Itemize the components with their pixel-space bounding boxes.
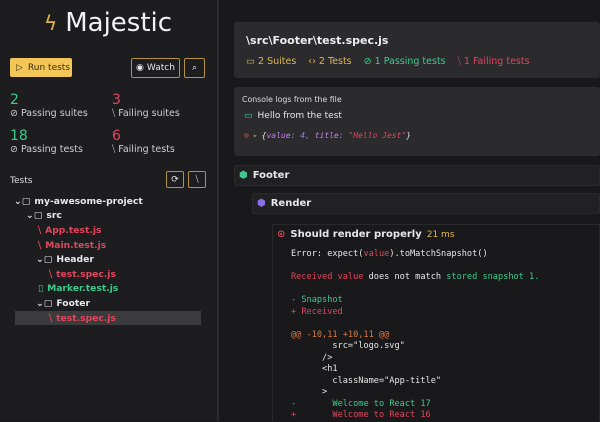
tree-folder[interactable]: ⌄▢Header: [0, 252, 219, 267]
test-name: Should render properly: [290, 229, 421, 240]
code-icon: ‹›: [308, 56, 319, 67]
console-panel: Console logs from the file ▭Hello from t…: [234, 87, 600, 156]
stat-passing-suites: 2⊘ Passing suites: [10, 92, 88, 119]
file-header: \src\Footer\test.spec.js ▭ 2 Suites ‹› 2…: [234, 22, 600, 78]
console-error[interactable]: ⊗▸{value: 4, title: "Hello Jest"}: [244, 131, 411, 140]
fail-filter-icon: ⧹: [195, 175, 198, 185]
folder-icon: ⌄▢: [36, 298, 52, 309]
tree-folder[interactable]: ⌄▢Footer: [0, 296, 219, 311]
tests-count: ‹› 2 Tests: [308, 56, 351, 67]
check-icon: ⊘: [10, 144, 21, 155]
cube-icon: ⬢: [257, 198, 266, 209]
tree-file-selected[interactable]: ⧹test.spec.js: [15, 311, 201, 326]
watch-button[interactable]: ◉Watch: [131, 58, 180, 78]
console-log: ▭Hello from the test: [244, 111, 342, 121]
app-title: Majestic: [65, 8, 172, 38]
logo: ϟ Majestic: [44, 8, 172, 38]
file-tree: ⌄▢my-awesome-project ⌄▢src ⧹App.test.js …: [0, 194, 219, 325]
folder-icon: ▭: [246, 56, 258, 67]
console-heading: Console logs from the file: [242, 95, 342, 104]
search-icon: ⌕: [192, 63, 197, 73]
refresh-button[interactable]: ⟳: [166, 171, 184, 188]
fail-circle-icon: ⊙: [277, 229, 285, 240]
main-panel: \src\Footer\test.spec.js ▭ 2 Suites ‹› 2…: [221, 0, 600, 421]
cube-icon: ⬢: [239, 170, 248, 181]
tree-file[interactable]: ⧹test.spec.js: [0, 267, 219, 282]
expand-icon: ▸: [253, 131, 258, 140]
check-circle-icon: ⊘: [364, 56, 375, 67]
tree-folder[interactable]: ⌄▢my-awesome-project: [0, 194, 219, 209]
eye-icon: ◉: [136, 63, 144, 73]
tree-file[interactable]: ⧹App.test.js: [0, 223, 219, 238]
passing-count: ⊘ 1 Passing tests: [364, 56, 446, 67]
tree-file[interactable]: ▯Marker.test.js: [0, 282, 219, 297]
fail-icon: ⧹: [38, 240, 41, 251]
stat-passing-tests: 18⊘ Passing tests: [10, 128, 83, 155]
describe-render[interactable]: ⬢Render: [252, 193, 600, 214]
tests-heading: Tests: [10, 176, 32, 186]
tree-file[interactable]: ⧹Main.test.js: [0, 238, 219, 253]
play-icon: ▷: [16, 63, 23, 73]
stat-failing-tests: 6⧹ Failing tests: [112, 128, 175, 155]
fail-icon: ⧹: [49, 269, 52, 280]
folder-icon: ⌄▢: [36, 254, 52, 265]
fail-icon: ⧹: [38, 225, 41, 236]
file-icon: ▯: [38, 283, 43, 294]
failing-count: ⧹ 1 Failing tests: [458, 56, 530, 67]
tree-folder[interactable]: ⌄▢src: [0, 209, 219, 224]
run-tests-button[interactable]: ▷Run tests: [10, 58, 72, 77]
lightning-icon: ϟ: [44, 11, 57, 35]
check-icon: ⊘: [10, 108, 21, 119]
test-duration: 21 ms: [427, 230, 455, 240]
error-output: Error: expect(value).toMatchSnapshot() R…: [291, 249, 539, 422]
search-button[interactable]: ⌕: [184, 58, 205, 78]
suite-footer[interactable]: ⬢Footer: [234, 165, 600, 186]
folder-icon: ⌄▢: [26, 210, 42, 221]
error-icon: ⊗: [244, 131, 249, 140]
fail-icon: ⧹: [49, 313, 52, 324]
sidebar: ϟ Majestic ▷Run tests ◉Watch ⌕ 2⊘ Passin…: [0, 0, 219, 421]
file-path: \src\Footer\test.spec.js: [246, 34, 388, 47]
test-result: ⊙ Should render properly 21 ms Error: expe…: [272, 224, 600, 421]
show-failures-button[interactable]: ⧹: [188, 171, 206, 188]
suites-count: ▭ 2 Suites: [246, 56, 296, 67]
folder-icon: ⌄▢: [14, 196, 30, 207]
refresh-icon: ⟳: [171, 175, 179, 185]
stat-failing-suites: 3⧹ Failing suites: [112, 92, 180, 119]
message-icon: ▭: [244, 111, 253, 121]
